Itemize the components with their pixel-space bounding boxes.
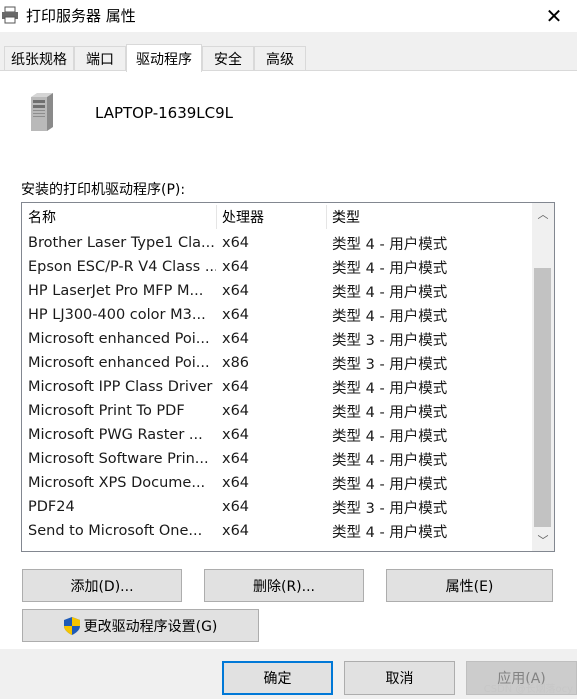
change-driver-settings-button[interactable]: 更改驱动程序设置(G) [22, 609, 259, 642]
cell-processor: x64 [222, 475, 250, 491]
cell-processor: x64 [222, 427, 250, 443]
cell-processor: x64 [222, 379, 250, 395]
chevron-up-icon: ︿ [537, 208, 549, 221]
cell-name: Epson ESC/P-R V4 Class ... [28, 259, 216, 275]
close-icon: ✕ [545, 4, 563, 28]
drivers-panel: LAPTOP-1639LC9L 安装的打印机驱动程序(P): 名称 处理器 类型… [0, 70, 577, 649]
cell-type: 类型 4 - 用户模式 [332, 524, 448, 541]
cell-type: 类型 4 - 用户模式 [332, 380, 448, 397]
table-row[interactable]: Microsoft PWG Raster ... x64 类型 4 - 用户模式 [22, 423, 532, 447]
cell-processor: x64 [222, 523, 250, 539]
computer-tower-icon [31, 93, 53, 131]
table-row[interactable]: Epson ESC/P-R V4 Class ... x64 类型 4 - 用户模式 [22, 255, 532, 279]
tab-security[interactable]: 安全 [202, 46, 254, 71]
cell-name: HP LJ300-400 color M3... [28, 307, 206, 323]
column-header-type[interactable]: 类型 [326, 203, 532, 231]
window-title: 打印服务器 属性 [26, 7, 136, 25]
cell-processor: x64 [222, 283, 250, 299]
table-row[interactable]: PDF24 x64 类型 3 - 用户模式 [22, 495, 532, 519]
chevron-down-icon: ﹀ [537, 534, 549, 547]
table-row[interactable]: Microsoft enhanced Poi... x64 类型 3 - 用户模式 [22, 327, 532, 351]
cell-type: 类型 4 - 用户模式 [332, 308, 448, 325]
add-button[interactable]: 添加(D)... [22, 569, 182, 602]
cell-type: 类型 4 - 用户模式 [332, 476, 448, 493]
cell-processor: x64 [222, 451, 250, 467]
drivers-list[interactable]: 名称 处理器 类型 Brother Laser Type1 Cla... x64 类… [21, 202, 555, 552]
vertical-scrollbar[interactable]: ︿ ﹀ [532, 203, 554, 551]
cell-type: 类型 4 - 用户模式 [332, 428, 448, 445]
remove-button[interactable]: 删除(R)... [204, 569, 364, 602]
tab-bar: 纸张规格 端口 驱动程序 安全 高级 [0, 44, 577, 72]
ok-button[interactable]: 确定 [222, 661, 333, 695]
cell-type: 类型 3 - 用户模式 [332, 332, 448, 349]
cell-type: 类型 3 - 用户模式 [332, 356, 448, 373]
title-bar: 打印服务器 属性 ✕ [0, 0, 577, 32]
cell-name: Microsoft enhanced Poi... [28, 355, 210, 371]
cell-type: 类型 4 - 用户模式 [332, 452, 448, 469]
table-row[interactable]: Microsoft Print To PDF x64 类型 4 - 用户模式 [22, 399, 532, 423]
cell-name: Brother Laser Type1 Cla... [28, 235, 215, 251]
printer-icon [2, 6, 18, 24]
cell-type: 类型 4 - 用户模式 [332, 404, 448, 421]
table-row[interactable]: HP LaserJet Pro MFP M... x64 类型 4 - 用户模式 [22, 279, 532, 303]
installed-drivers-label: 安装的打印机驱动程序(P): [21, 182, 186, 198]
cell-type: 类型 4 - 用户模式 [332, 284, 448, 301]
list-rows: Brother Laser Type1 Cla... x64 类型 4 - 用户模式… [22, 231, 532, 543]
cell-processor: x64 [222, 307, 250, 323]
watermark: CSDN @长烟落ocy [483, 684, 573, 695]
cell-processor: x64 [222, 499, 250, 515]
cell-type: 类型 4 - 用户模式 [332, 260, 448, 277]
cell-name: Microsoft PWG Raster ... [28, 427, 203, 443]
scroll-thumb[interactable] [534, 268, 551, 527]
properties-button[interactable]: 属性(E) [386, 569, 553, 602]
table-row[interactable]: Send to Microsoft One... x64 类型 4 - 用户模式 [22, 519, 532, 543]
cell-processor: x64 [222, 403, 250, 419]
server-name: LAPTOP-1639LC9L [95, 104, 234, 122]
table-row[interactable]: Brother Laser Type1 Cla... x64 类型 4 - 用户模式 [22, 231, 532, 255]
cell-name: Microsoft IPP Class Driver [28, 379, 213, 395]
column-header-name[interactable]: 名称 [22, 203, 216, 231]
cell-name: PDF24 [28, 499, 75, 515]
close-button[interactable]: ✕ [531, 0, 577, 32]
cell-type: 类型 3 - 用户模式 [332, 500, 448, 517]
cell-name: Microsoft XPS Docume... [28, 475, 206, 491]
table-row[interactable]: Microsoft XPS Docume... x64 类型 4 - 用户模式 [22, 471, 532, 495]
table-row[interactable]: HP LJ300-400 color M3... x64 类型 4 - 用户模式 [22, 303, 532, 327]
cell-type: 类型 4 - 用户模式 [332, 236, 448, 253]
tab-advanced[interactable]: 高级 [254, 46, 306, 71]
cell-name: Send to Microsoft One... [28, 523, 203, 539]
cell-processor: x64 [222, 235, 250, 251]
cell-name: Microsoft Software Prin... [28, 451, 209, 467]
cancel-button[interactable]: 取消 [344, 661, 455, 695]
cell-name: Microsoft Print To PDF [28, 403, 185, 419]
column-header-processor[interactable]: 处理器 [216, 203, 326, 231]
cell-processor: x64 [222, 331, 250, 347]
cell-name: Microsoft enhanced Poi... [28, 331, 210, 347]
list-header: 名称 处理器 类型 [22, 203, 532, 231]
table-row[interactable]: Microsoft Software Prin... x64 类型 4 - 用户模式 [22, 447, 532, 471]
tab-ports[interactable]: 端口 [74, 46, 126, 71]
table-row[interactable]: Microsoft enhanced Poi... x86 类型 3 - 用户模式 [22, 351, 532, 375]
cell-processor: x86 [222, 355, 250, 371]
tab-paper-sizes[interactable]: 纸张规格 [4, 46, 74, 71]
cell-name: HP LaserJet Pro MFP M... [28, 283, 204, 299]
scroll-up-button[interactable]: ︿ [532, 203, 554, 225]
tab-drivers[interactable]: 驱动程序 [126, 44, 202, 72]
uac-shield-icon [63, 616, 80, 635]
cell-processor: x64 [222, 259, 250, 275]
table-row[interactable]: Microsoft IPP Class Driver x64 类型 4 - 用户模式 [22, 375, 532, 399]
scroll-down-button[interactable]: ﹀ [532, 529, 554, 551]
